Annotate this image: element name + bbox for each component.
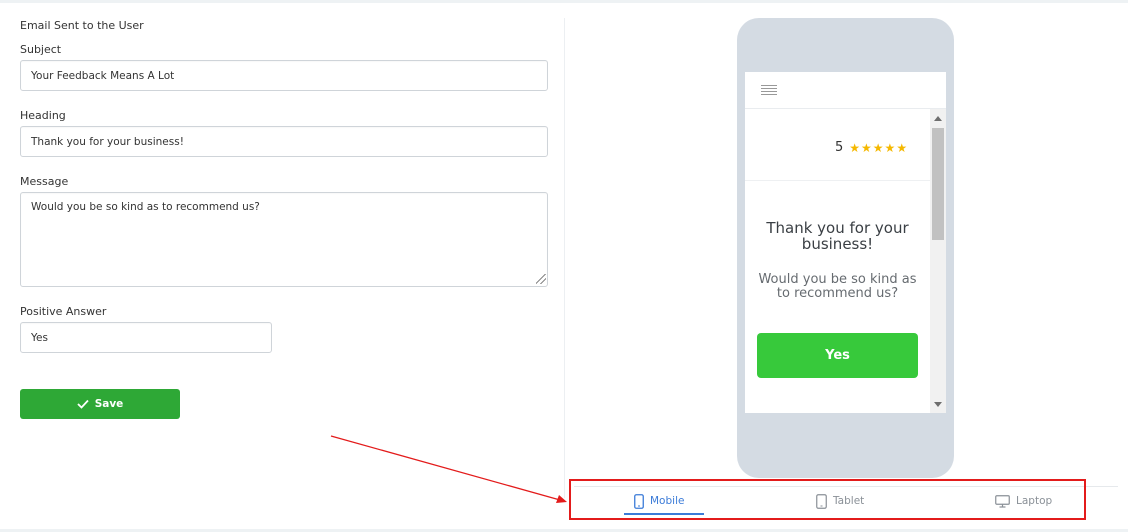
checkmark-icon: [77, 399, 89, 409]
section-title: Email Sent to the User: [20, 19, 144, 32]
subject-input[interactable]: Your Feedback Means A Lot: [20, 60, 548, 91]
tab-laptop-label: Laptop: [1016, 495, 1053, 507]
panel-divider: [564, 18, 565, 498]
hamburger-menu-icon[interactable]: [761, 85, 777, 96]
save-button[interactable]: Save: [20, 389, 180, 419]
phone-screen: 5 ★★★★★ Thank you for your business! Wou…: [745, 72, 946, 413]
preview-message: Would you be so kind as to recommend us?: [758, 272, 917, 301]
message-label: Message: [20, 175, 69, 188]
subject-label: Subject: [20, 43, 62, 56]
save-button-label: Save: [94, 398, 124, 410]
heading-input[interactable]: Thank you for your business!: [20, 126, 548, 157]
tab-tablet[interactable]: Tablet: [816, 488, 864, 514]
positive-answer-label: Positive Answer: [20, 305, 107, 318]
active-tab-indicator: [624, 513, 704, 515]
preview-heading: Thank you for your business!: [766, 219, 909, 253]
message-textarea[interactable]: Would you be so kind as to recommend us?: [20, 192, 548, 287]
star-rating-icon: ★★★★★: [849, 140, 909, 155]
mobile-phone-icon: [634, 493, 644, 509]
tablet-icon: [816, 493, 827, 509]
tab-laptop[interactable]: Laptop: [995, 488, 1052, 514]
scrollbar-thumb[interactable]: [932, 128, 944, 240]
tab-mobile[interactable]: Mobile: [634, 488, 684, 514]
tabs-separator: [574, 486, 1118, 487]
tab-mobile-label: Mobile: [650, 495, 685, 507]
textarea-resize-handle[interactable]: [536, 274, 546, 284]
top-border: [0, 0, 1128, 3]
scroll-up-arrow-icon[interactable]: [934, 116, 942, 121]
scroll-down-arrow-icon[interactable]: [934, 402, 942, 407]
positive-answer-input[interactable]: Yes: [20, 322, 272, 353]
rating-row: 5 ★★★★★: [835, 140, 908, 155]
tab-tablet-label: Tablet: [833, 495, 865, 507]
rating-divider: [745, 180, 930, 181]
heading-label: Heading: [20, 109, 66, 122]
monitor-icon: [995, 494, 1010, 508]
rating-value: 5: [835, 140, 844, 155]
preview-yes-button[interactable]: Yes: [757, 333, 918, 378]
preview-header: [745, 72, 946, 109]
